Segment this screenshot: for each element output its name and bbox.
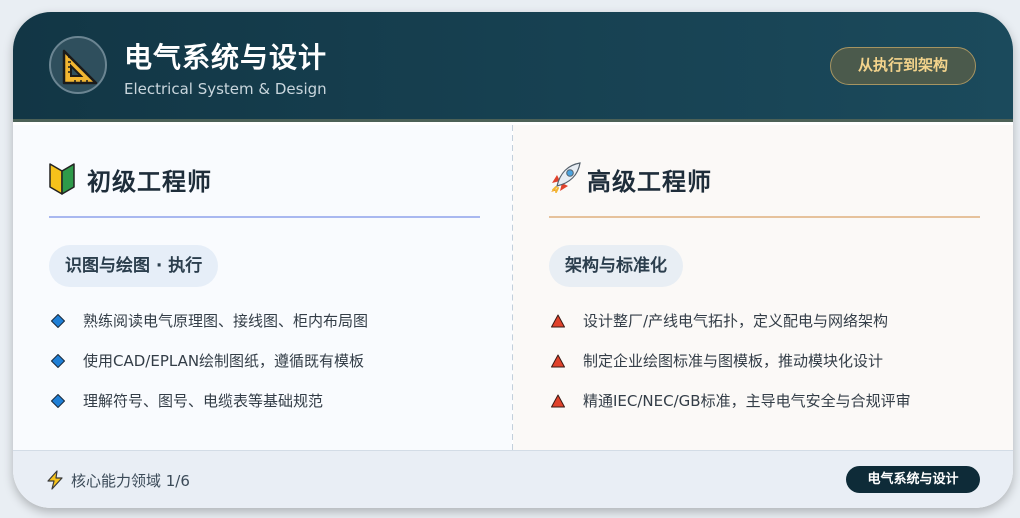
junior-column: 初级工程师 识图与绘图 · 执行 熟练阅读电气原理图、接线图、柜内布局图 使用C…	[13, 125, 512, 450]
page-subtitle: Electrical System & Design	[124, 80, 327, 98]
list-item-text: 制定企业绘图标准与图模板，推动模块化设计	[583, 352, 884, 370]
list-item-text: 精通IEC/NEC/GB标准，主导电气安全与合规评审	[583, 392, 911, 410]
list-item: 精通IEC/NEC/GB标准，主导电气安全与合规评审	[551, 381, 911, 421]
triangle-bullet-icon	[551, 314, 565, 328]
senior-column: 高级工程师 架构与标准化 设计整厂/产线电气拓扑，定义配电与网络架构 制定企业绘…	[513, 125, 1013, 450]
diamond-bullet-icon	[51, 314, 65, 328]
list-item: 设计整厂/产线电气拓扑，定义配电与网络架构	[551, 301, 911, 341]
slide-card: 电气系统与设计 Electrical System & Design 从执行到架…	[13, 12, 1013, 508]
list-item: 熟练阅读电气原理图、接线图、柜内布局图	[51, 301, 368, 341]
junior-title: 初级工程师	[87, 168, 212, 196]
senior-list: 设计整厂/产线电气拓扑，定义配电与网络架构 制定企业绘图标准与图模板，推动模块化…	[551, 301, 911, 421]
list-item-text: 理解符号、图号、电缆表等基础规范	[83, 392, 324, 410]
junior-divider	[49, 216, 480, 218]
list-item-text: 使用CAD/EPLAN绘制图纸，遵循既有模板	[83, 352, 365, 370]
list-item: 制定企业绘图标准与图模板，推动模块化设计	[551, 341, 911, 381]
triangle-bullet-icon	[551, 394, 565, 408]
progress-label: 核心能力领域 1/6	[71, 472, 190, 490]
diamond-bullet-icon	[51, 354, 65, 368]
page-title: 电气系统与设计	[124, 41, 328, 74]
rocket-icon	[551, 162, 581, 193]
list-item-text: 设计整厂/产线电气拓扑，定义配电与网络架构	[583, 312, 889, 330]
header-bar: 电气系统与设计 Electrical System & Design 从执行到架…	[13, 12, 1013, 122]
footer-bar: 核心能力领域 1/6 电气系统与设计	[13, 450, 1013, 508]
header-badge: 从执行到架构	[830, 47, 976, 85]
senior-title: 高级工程师	[587, 168, 712, 196]
diamond-bullet-icon	[51, 394, 65, 408]
beginner-badge-icon	[49, 163, 75, 195]
triangle-bullet-icon	[551, 354, 565, 368]
lightning-bolt-icon	[47, 470, 63, 490]
footer-badge: 电气系统与设计	[846, 466, 980, 493]
senior-divider	[549, 216, 980, 218]
list-item-text: 熟练阅读电气原理图、接线图、柜内布局图	[83, 312, 369, 330]
list-item: 使用CAD/EPLAN绘制图纸，遵循既有模板	[51, 341, 368, 381]
triangle-ruler-icon	[62, 49, 98, 85]
header-logo	[49, 36, 107, 94]
list-item: 理解符号、图号、电缆表等基础规范	[51, 381, 368, 421]
senior-tag: 架构与标准化	[549, 245, 683, 287]
junior-list: 熟练阅读电气原理图、接线图、柜内布局图 使用CAD/EPLAN绘制图纸，遵循既有…	[51, 301, 368, 421]
junior-tag: 识图与绘图 · 执行	[49, 245, 219, 287]
